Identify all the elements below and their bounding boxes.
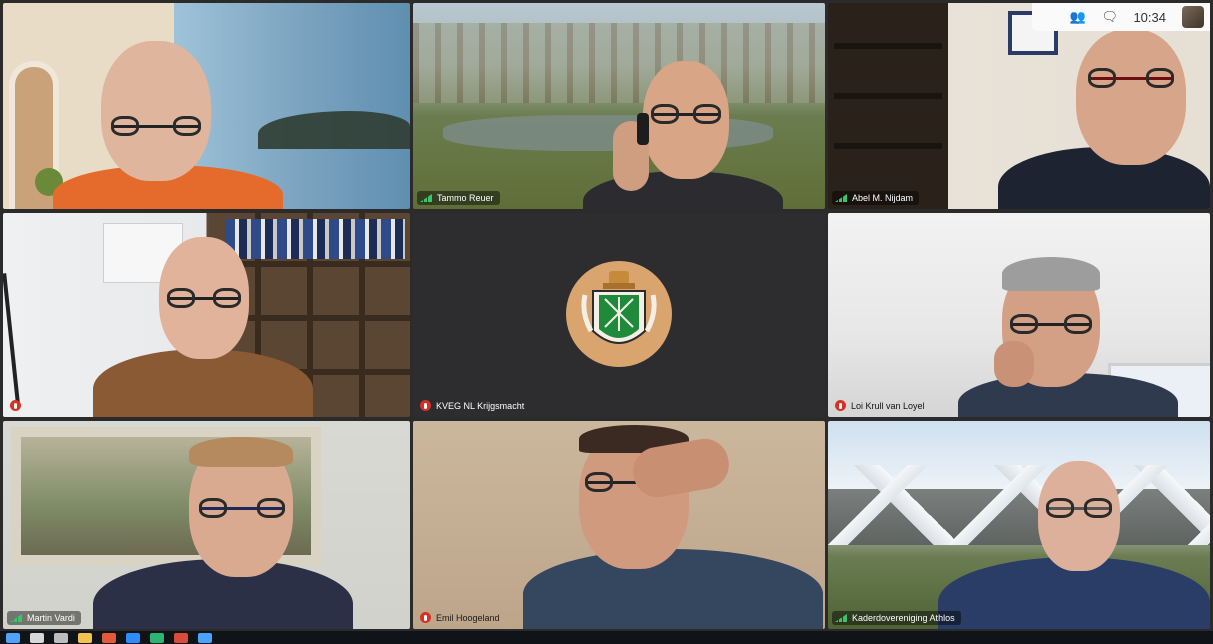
clock: 10:34 [1133,9,1166,25]
app-icon[interactable] [174,632,188,643]
call-top-controls: 👥 🗨 10:34 [1032,3,1210,31]
participant-tile[interactable]: KVEG NL Krijgsmacht [413,213,825,417]
app-icon[interactable] [126,632,140,643]
participant-video [93,437,353,629]
participant-tile[interactable]: Abel M. Nijdam [828,3,1210,209]
mic-muted-icon [420,612,431,623]
participant-name: KVEG NL Krijgsmacht [436,400,525,411]
participant-name-label [7,398,32,413]
participant-video [43,41,293,209]
participant-name-label: Kaderdovereniging Athlos [832,611,961,625]
participant-video [938,461,1210,629]
participant-video [998,23,1210,209]
bookshelf-decor [828,3,948,209]
participant-video [523,421,823,629]
participant-tile[interactable] [3,213,410,417]
participant-name-label: Loi Krull van Loyel [832,398,931,413]
participant-name: Martin Vardi [27,613,75,623]
mic-muted-icon [420,400,431,411]
participant-tile[interactable] [3,3,410,209]
app-icon[interactable] [198,632,212,643]
participant-name: Loi Krull van Loyel [851,400,925,411]
crest-icon [581,271,657,344]
participant-name-label: Martin Vardi [7,611,81,625]
participant-name: Tammo Reuer [437,193,494,203]
chat-icon[interactable]: 🗨 [1101,10,1118,24]
participant-name: Emil Hoogeland [436,612,500,623]
participant-tile[interactable]: Kaderdovereniging Athlos [828,421,1210,629]
shelf-decor [834,43,942,49]
organization-emblem [566,261,672,367]
mic-muted-icon [835,400,846,411]
participant-tile[interactable]: Tammo Reuer [413,3,825,209]
participant-tile[interactable]: Emil Hoogeland [413,421,825,629]
browser-icon[interactable] [102,632,116,643]
file-explorer-icon[interactable] [78,632,92,643]
participant-grid: Tammo Reuer Abel M. Nijdam KVEG NL Krijg… [3,3,1210,629]
self-view-thumbnail[interactable] [1182,6,1204,28]
start-icon[interactable] [6,632,20,643]
participant-name-label: Tammo Reuer [417,191,500,205]
participant-tile[interactable]: Martin Vardi [3,421,410,629]
people-icon[interactable]: 👥 [1069,10,1085,24]
task-view-icon[interactable] [54,632,68,643]
app-icon[interactable] [150,632,164,643]
participant-video [958,257,1178,417]
participant-name-label: KVEG NL Krijgsmacht [417,398,530,413]
participant-video [573,61,793,209]
participant-name: Abel M. Nijdam [852,193,914,203]
signal-icon [420,194,432,202]
signal-icon [10,614,22,622]
search-icon[interactable] [30,632,44,643]
participant-tile[interactable]: Loi Krull van Loyel [828,213,1210,417]
participant-name-label: Emil Hoogeland [417,610,506,625]
participant-video [93,237,313,417]
participant-name-label: Abel M. Nijdam [832,191,920,205]
signal-icon [835,614,847,622]
participant-name: Kaderdovereniging Athlos [852,613,955,623]
taskbar [0,631,1213,644]
signal-icon [835,194,847,202]
mic-muted-icon [10,400,21,411]
